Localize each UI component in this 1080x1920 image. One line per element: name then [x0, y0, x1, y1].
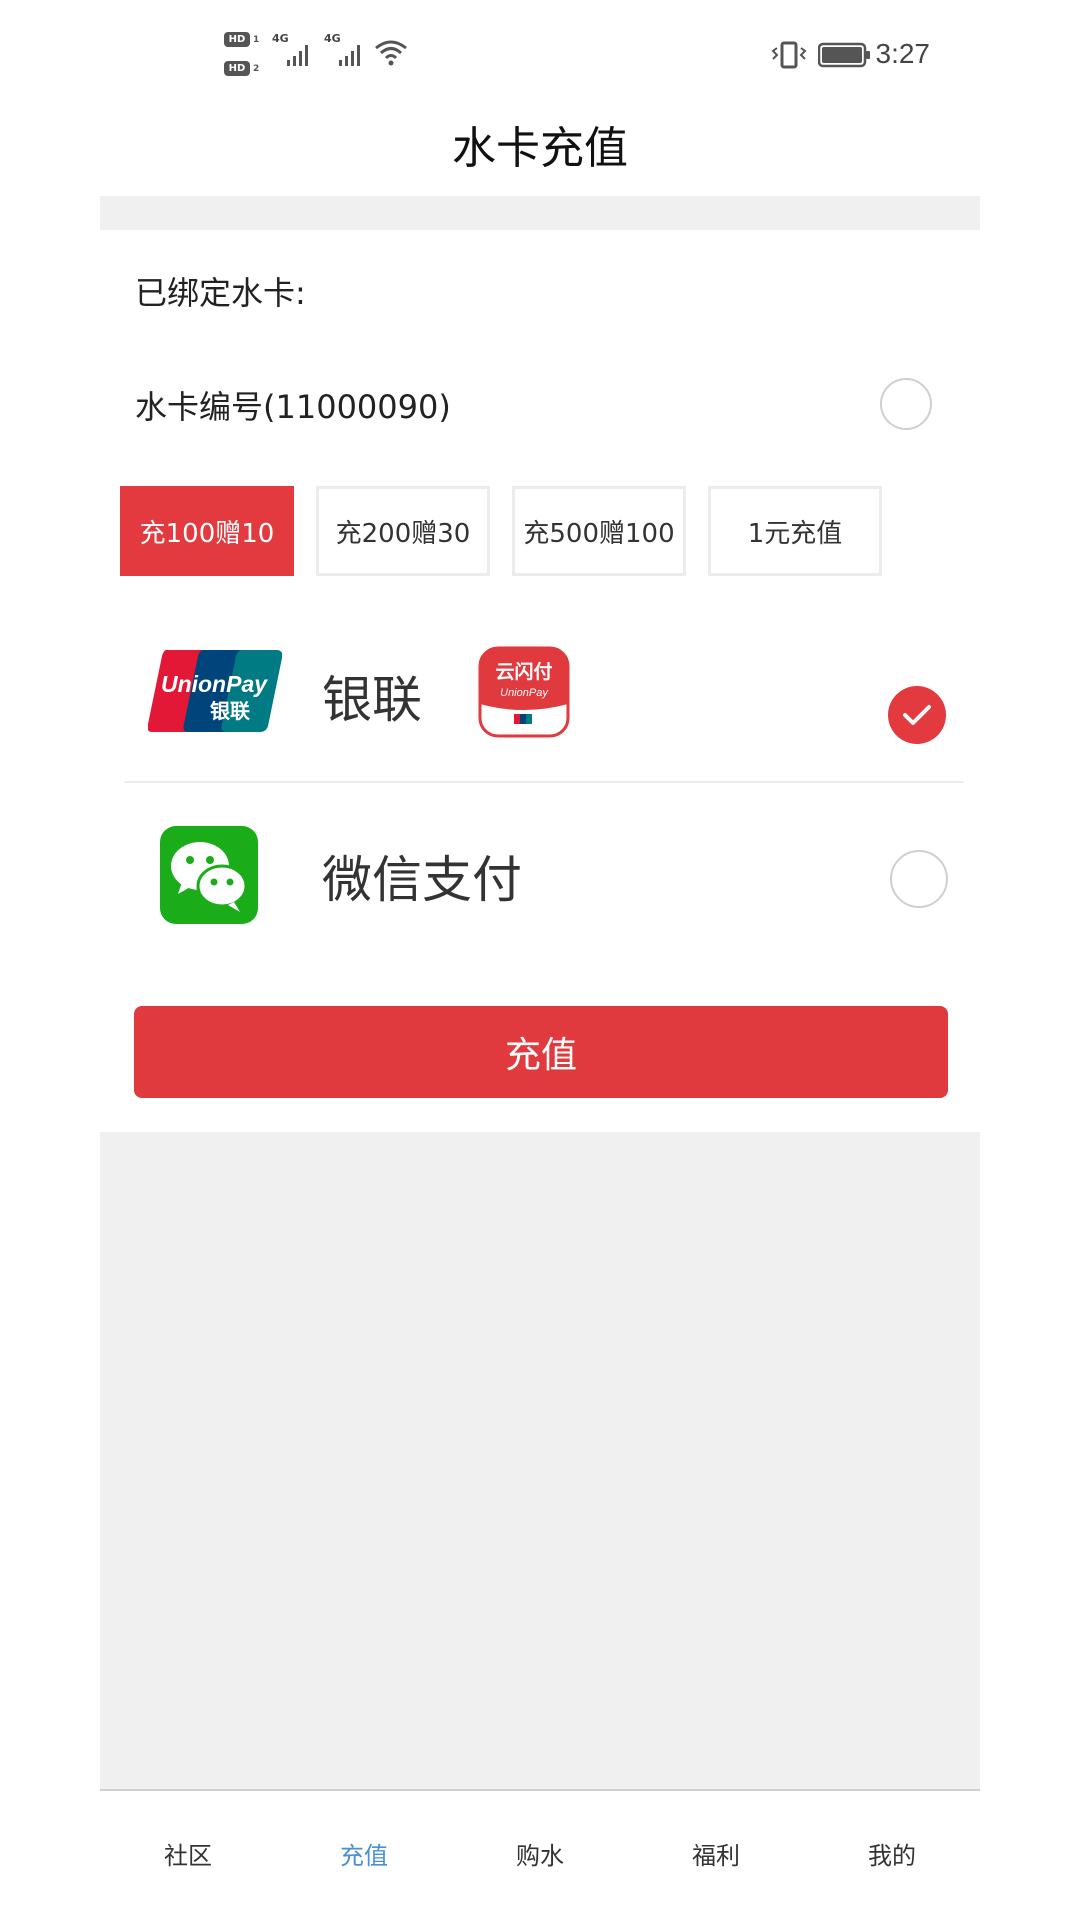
vibrate-icon [771, 41, 807, 69]
wifi-icon [375, 40, 407, 66]
wechat-icon [160, 826, 258, 924]
amount-option-100[interactable]: 充100赠10 [120, 486, 294, 576]
card-select-radio[interactable] [880, 378, 932, 430]
quickpass-logo-cn: 云闪付 [495, 660, 552, 683]
payment-option-unionpay[interactable]: UnionPay 银联 银联 云闪付 UnionPay [124, 630, 964, 780]
nav-item-recharge[interactable]: 充值 [276, 1836, 452, 1871]
quickpass-icon: 云闪付 UnionPay [478, 646, 570, 738]
signal-icon [339, 45, 360, 66]
bound-card-label: 已绑定水卡: [135, 274, 306, 312]
wechat-label: 微信支付 [322, 851, 522, 909]
battery-icon [818, 42, 870, 68]
status-time: 3:27 [875, 38, 931, 69]
amount-option-500[interactable]: 充500赠100 [512, 486, 686, 576]
nav-item-mine[interactable]: 我的 [804, 1836, 980, 1871]
unionpay-logo-text: UnionPay [161, 671, 268, 697]
signal-icon [287, 45, 308, 66]
status-indicators: HD 1 HD 2 4G 4G [222, 30, 422, 80]
unionpay-icon: UnionPay 银联 [148, 650, 282, 732]
bottom-nav-divider [100, 1789, 980, 1791]
check-icon [903, 705, 931, 725]
payment-divider [124, 781, 964, 783]
unionpay-radio[interactable] [888, 686, 946, 744]
sim-2-number: 2 [253, 64, 260, 74]
quickpass-logo-en: UnionPay [500, 687, 549, 699]
hd-badge-2: HD [224, 61, 250, 76]
unionpay-label: 银联 [322, 671, 422, 729]
nav-item-benefits[interactable]: 福利 [628, 1836, 804, 1871]
hd-badge-1: HD [224, 32, 250, 47]
unionpay-logo-cn: 银联 [210, 699, 250, 723]
page-title: 水卡充值 [452, 123, 628, 174]
sim-1-number: 1 [253, 35, 260, 45]
amount-option-200[interactable]: 充200赠30 [316, 486, 490, 576]
nav-item-community[interactable]: 社区 [100, 1836, 276, 1871]
recharge-button[interactable]: 充值 [134, 1006, 948, 1098]
card-number-label[interactable]: 水卡编号(11000090) [135, 382, 451, 428]
header-divider [100, 196, 980, 230]
nav-item-buy-water[interactable]: 购水 [452, 1836, 628, 1871]
wechat-radio[interactable] [890, 850, 948, 908]
content-background [100, 1132, 980, 1790]
amount-option-1[interactable]: 1元充值 [708, 486, 882, 576]
payment-option-wechat[interactable]: 微信支付 [124, 800, 964, 950]
